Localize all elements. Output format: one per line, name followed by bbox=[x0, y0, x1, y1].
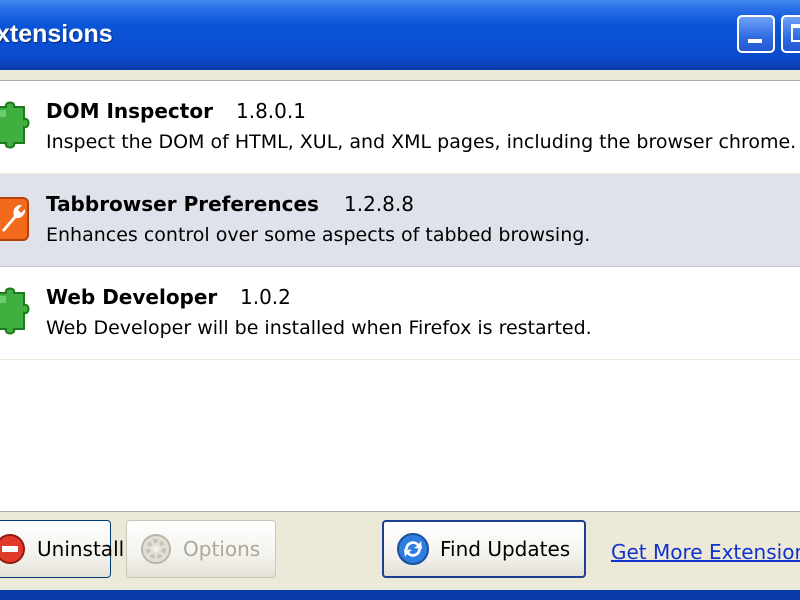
puzzle-piece-icon bbox=[0, 287, 30, 335]
minimize-button[interactable] bbox=[737, 15, 775, 53]
extension-name: Web Developer bbox=[46, 285, 218, 309]
extension-version: 1.0.2 bbox=[240, 285, 291, 309]
list-item-web-developer[interactable]: Web Developer 1.0.2 Web Developer will b… bbox=[0, 267, 800, 360]
list-item-dom-inspector[interactable]: DOM Inspector 1.8.0.1 Inspect the DOM of… bbox=[0, 81, 800, 174]
refresh-icon bbox=[397, 533, 429, 565]
list-item-tabbrowser-preferences[interactable]: Tabbrowser Preferences 1.2.8.8 Enhances … bbox=[0, 174, 800, 267]
extension-description: Inspect the DOM of HTML, XUL, and XML pa… bbox=[46, 131, 797, 153]
uninstall-button[interactable]: Uninstall bbox=[0, 520, 124, 578]
find-updates-label: Find Updates bbox=[440, 537, 571, 561]
wrench-icon bbox=[0, 197, 29, 241]
gear-icon bbox=[141, 534, 171, 564]
maximize-button[interactable] bbox=[781, 15, 800, 53]
extension-description: Enhances control over some aspects of ta… bbox=[46, 224, 591, 246]
uninstall-icon bbox=[0, 534, 25, 564]
uninstall-label: Uninstall bbox=[37, 537, 125, 561]
dialog-body: DOM Inspector 1.8.0.1 Inspect the DOM of… bbox=[0, 70, 800, 590]
window-frame-bottom bbox=[0, 590, 800, 600]
extension-name: DOM Inspector bbox=[46, 99, 213, 123]
maximize-icon bbox=[791, 24, 800, 42]
extension-version: 1.8.0.1 bbox=[236, 99, 306, 123]
options-button[interactable]: Options bbox=[126, 520, 276, 578]
title-bar[interactable]: xtensions bbox=[0, 0, 800, 70]
extension-description: Web Developer will be installed when Fir… bbox=[46, 317, 592, 339]
extension-version: 1.2.8.8 bbox=[344, 192, 414, 216]
find-updates-button[interactable]: Find Updates bbox=[382, 520, 586, 578]
options-label: Options bbox=[183, 537, 261, 561]
extensions-list[interactable]: DOM Inspector 1.8.0.1 Inspect the DOM of… bbox=[0, 80, 800, 512]
window-title: xtensions bbox=[0, 20, 113, 48]
get-more-extensions-link[interactable]: Get More Extensions bbox=[611, 540, 800, 564]
minimize-icon bbox=[748, 39, 762, 43]
puzzle-piece-icon bbox=[0, 101, 30, 149]
extension-name: Tabbrowser Preferences bbox=[46, 192, 319, 216]
